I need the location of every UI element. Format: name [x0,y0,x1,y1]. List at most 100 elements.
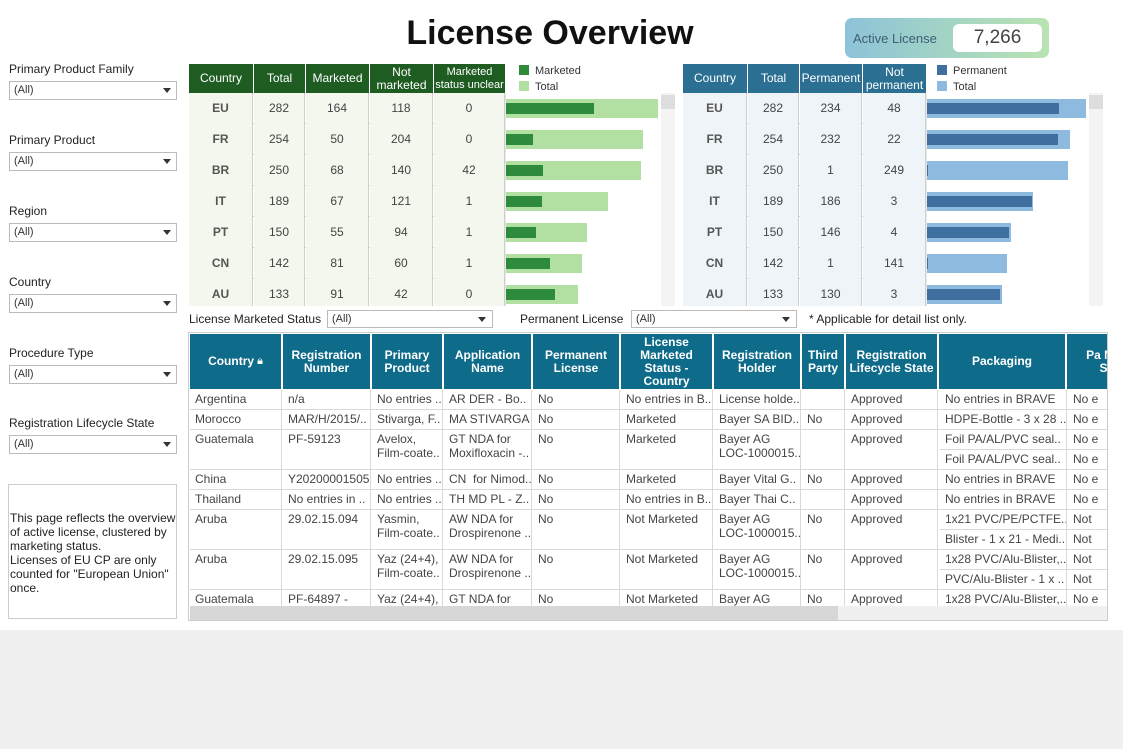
summary-row[interactable]: AU 133 91 42 0 [189,279,661,306]
col-header-packaging-marketed-status[interactable]: Pa Ma S [1067,334,1107,389]
packaging-cell: No entries in BRAVE [940,390,1067,410]
permanent-bar [927,165,928,176]
total-cell: 282 [748,93,799,124]
registration-number-cell: No entries in .. [283,490,371,509]
table-row[interactable]: Aruba 29.02.15.094 Yasmin, Film-coate.. AW … [190,510,1107,550]
country-select[interactable]: (All) [9,294,177,313]
unclear-cell: 0 [434,93,505,124]
col-header-primary-product[interactable]: Primary Product [372,334,443,389]
country-cell: Morocco [190,410,282,429]
country-cell: AU [189,279,253,306]
summary-row[interactable]: IT 189 67 121 1 [189,186,661,217]
marketed-bar [506,258,550,269]
application-name-cell: AR DER - Bo.. [444,390,532,409]
unclear-cell: 0 [434,124,505,155]
sort-lock-icon[interactable]: 🔒︎ [257,355,263,368]
not-permanent-cell: 249 [863,155,926,186]
col-header-registration-number[interactable]: Registration Number [283,334,371,389]
legend-swatch [519,81,529,91]
lifecycle-state-cell: Approved [846,510,938,549]
registration-number-cell: 29.02.15.095 [283,550,371,589]
summary-row[interactable]: FR 254 50 204 0 [189,124,661,155]
packaging-marketed-status-cell: No e [1073,392,1099,406]
vertical-scrollbar[interactable] [1089,93,1103,306]
registration-number-cell: PF-64897 - [283,590,371,606]
scroll-thumb[interactable] [1089,95,1103,109]
primary-product-cell: Stivarga, F.. [372,410,443,429]
summary-row[interactable]: AU 133 130 3 [683,279,1089,306]
table-row[interactable]: Aruba 29.02.15.095 Yaz (24+4), Film-coate.… [190,550,1107,590]
application-name-cell: GT NDA for Moxifloxacin -.. [444,430,532,469]
col-header-permanent-license[interactable]: Permanent License [533,334,620,389]
horizontal-scrollbar[interactable] [190,606,1107,620]
select-value: (All) [14,226,34,238]
permanent-license-cell: No [533,550,620,589]
detail-table-body: Argentina n/a No entries .. AR DER - Bo.. No… [190,390,1107,606]
total-cell: 133 [254,279,305,306]
legend-swatch [519,65,529,75]
primary-product-select[interactable]: (All) [9,152,177,171]
lifecycle-state-cell: Approved [846,390,938,409]
col-header-country[interactable]: Country 🔒︎ [190,334,282,389]
country-cell: PT [683,217,747,248]
lifecycle-state-cell: Approved [846,550,938,589]
scroll-thumb[interactable] [661,95,675,109]
table-row[interactable]: Guatemala PF-59123 Avelox, Film-coate.. GT … [190,430,1107,470]
legend-label: Marketed [535,65,581,77]
lifecycle-state-cell: Approved [846,590,938,606]
not-permanent-cell: 3 [863,186,926,217]
packaging-subrow: No entries in BRAVE No e [940,470,1107,490]
select-value: (All) [14,297,34,309]
country-cell: EU [683,93,747,124]
scroll-thumb[interactable] [190,606,838,620]
col-header-third-party[interactable]: Third Party [802,334,845,389]
primary-product-family-select[interactable]: (All) [9,81,177,100]
packaging-subrow: 1x21 PVC/PE/PCTFE.. Not [940,510,1107,530]
vertical-scrollbar[interactable] [661,93,675,306]
legend-swatch [937,65,947,75]
summary-row[interactable]: CN 142 1 141 [683,248,1089,279]
registration-lifecycle-state-select[interactable]: (All) [9,435,177,454]
packaging-marketed-status-cell: No e [1073,412,1099,426]
dropdown-arrow-icon [782,317,790,322]
col-header-registration-holder[interactable]: Registration Holder [714,334,801,389]
summary-row[interactable]: IT 189 186 3 [683,186,1089,217]
table-row[interactable]: Guatemala PF-64897 - Yaz (24+4), GT NDA for… [190,590,1107,606]
marketed-bar [506,165,543,176]
not-marketed-cell: 60 [370,248,433,279]
col-header-packaging[interactable]: Packaging [939,334,1066,389]
permanent-cell: 1 [800,155,862,186]
bar-cell [505,248,661,279]
col-header-registration-lifecycle-state[interactable]: Registration Lifecycle State [846,334,938,389]
summary-row[interactable]: BR 250 68 140 42 [189,155,661,186]
legend-label: Total [953,81,977,93]
table-row[interactable]: Morocco MAR/H/2015/.. Stivarga, F.. MA STIV… [190,410,1107,430]
col-header-license-marketed-status-country[interactable]: License Marketed Status - Country [621,334,713,389]
summary-row[interactable]: EU 282 234 48 [683,93,1089,124]
summary-row[interactable]: PT 150 146 4 [683,217,1089,248]
dropdown-arrow-icon [163,230,171,235]
summary-row[interactable]: CN 142 81 60 1 [189,248,661,279]
table-row[interactable]: Argentina n/a No entries .. AR DER - Bo.. No… [190,390,1107,410]
marketed-bar [506,103,595,114]
permanent-license-cell: No [533,430,620,469]
bar-cell [505,217,661,248]
permanent-license-cell: No [533,490,620,509]
filter-label-country: Country [9,275,52,289]
table-row[interactable]: China Y20200001505 No entries .. CN for Nim… [190,470,1107,490]
summary-row[interactable]: PT 150 55 94 1 [189,217,661,248]
summary-row[interactable]: BR 250 1 249 [683,155,1089,186]
filter-label-permanent-license: Permanent License [520,312,624,326]
not-marketed-cell: 118 [370,93,433,124]
col-header-application-name[interactable]: Application Name [444,334,532,389]
summary-row[interactable]: FR 254 232 22 [683,124,1089,155]
filter-label-region: Region [9,204,48,218]
table-row[interactable]: Thailand No entries in .. No entries .. TH … [190,490,1107,510]
summary-row[interactable]: EU 282 164 118 0 [189,93,661,124]
procedure-type-select[interactable]: (All) [9,365,177,384]
registration-holder-cell: Bayer AG LOC-1000015.. [714,550,801,589]
license-marketed-status-select[interactable]: (All) [327,310,493,328]
permanent-license-select[interactable]: (All) [631,310,797,328]
region-select[interactable]: (All) [9,223,177,242]
total-cell: 250 [748,155,799,186]
